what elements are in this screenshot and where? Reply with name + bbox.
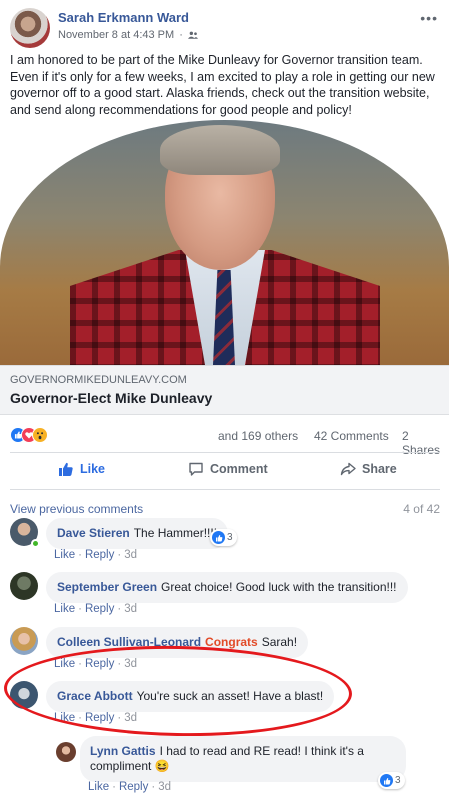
commenter-name[interactable]: Lynn Gattis [90, 744, 156, 758]
commenter-avatar[interactable] [10, 627, 38, 655]
link-domain: GOVERNORMIKEDUNLEAVY.COM [10, 374, 187, 386]
comment-text: Great choice! Good luck with the transit… [161, 580, 397, 594]
wow-reaction-icon[interactable] [32, 427, 48, 443]
commenter-avatar[interactable] [10, 572, 38, 600]
comment-text: Sarah! [261, 635, 298, 649]
comment-bubble: September Green Great choice! Good luck w… [46, 572, 408, 603]
comment-bubble: Dave Stieren The Hammer!!!! [46, 518, 229, 549]
share-button-label: Share [362, 462, 397, 476]
link-title: Governor-Elect Mike Dunleavy [10, 390, 213, 406]
comments-pagination-count: 4 of 42 [403, 502, 440, 516]
comment-actions: Like · Reply · 3d [88, 781, 171, 793]
friends-icon[interactable] [187, 31, 198, 39]
post-meta: November 8 at 4:43 PM · [58, 29, 198, 41]
comment-actions: Like · Reply · 3d [54, 603, 137, 615]
comment-actions: Like · Reply · 3d [54, 549, 137, 561]
comment-time[interactable]: 3d [124, 549, 137, 561]
comment-like-link[interactable]: Like [54, 603, 75, 615]
post-author-name[interactable]: Sarah Erkmann Ward [58, 10, 189, 25]
photo-hair [160, 125, 280, 175]
comment-time[interactable]: 3d [124, 603, 137, 615]
comment-time[interactable]: 3d [158, 781, 171, 793]
link-preview-caption[interactable]: GOVERNORMIKEDUNLEAVY.COM Governor-Elect … [0, 365, 449, 415]
commenter-name[interactable]: Dave Stieren [57, 526, 130, 540]
comment-like-link[interactable]: Like [88, 781, 109, 793]
post-text: I am honored to be part of the Mike Dunl… [10, 53, 435, 117]
author-avatar[interactable] [10, 8, 50, 48]
comment-text: The Hammer!!!! [133, 526, 218, 540]
commenter-name[interactable]: September Green [57, 580, 157, 594]
comment-icon [189, 462, 203, 476]
comment-like-link[interactable]: Like [54, 549, 75, 561]
comment-reaction-badge[interactable]: 3 [378, 772, 405, 789]
comment-reply-link[interactable]: Reply [119, 781, 148, 793]
thumbs-up-icon [59, 462, 73, 476]
view-previous-comments-link[interactable]: View previous comments [10, 502, 143, 516]
comment-button-label: Comment [210, 462, 268, 476]
comment-button[interactable]: Comment [188, 461, 268, 477]
share-button[interactable]: Share [340, 461, 397, 477]
commenter-avatar[interactable] [56, 742, 76, 762]
comments-count[interactable]: 42 Comments [314, 429, 389, 443]
reaction-count: 3 [227, 532, 233, 543]
comment-reply-link[interactable]: Reply [85, 549, 114, 561]
link-preview-image[interactable] [0, 120, 449, 365]
reaction-count: 3 [395, 775, 401, 786]
like-reaction-icon [212, 531, 225, 544]
comment-reply-link[interactable]: Reply [85, 603, 114, 615]
post-header: Sarah Erkmann Ward November 8 at 4:43 PM… [10, 8, 440, 48]
reactions-count[interactable]: and 169 others [218, 429, 298, 443]
share-icon [340, 462, 356, 476]
like-button[interactable]: Like [58, 461, 105, 477]
meta-separator: · [179, 29, 183, 41]
more-options-icon[interactable]: ••• [420, 10, 438, 26]
like-reaction-icon [380, 774, 393, 787]
online-status-icon [31, 539, 40, 548]
post-timestamp[interactable]: November 8 at 4:43 PM [58, 29, 174, 41]
post-action-bar: Like Comment Share [10, 452, 440, 490]
comment-bubble: Lynn Gattis I had to read and RE read! I … [80, 736, 406, 782]
reactions-summary: and 169 others 42 Comments 2 Shares [10, 425, 440, 457]
comment-reaction-badge[interactable]: 3 [210, 529, 237, 546]
like-button-label: Like [80, 462, 106, 476]
